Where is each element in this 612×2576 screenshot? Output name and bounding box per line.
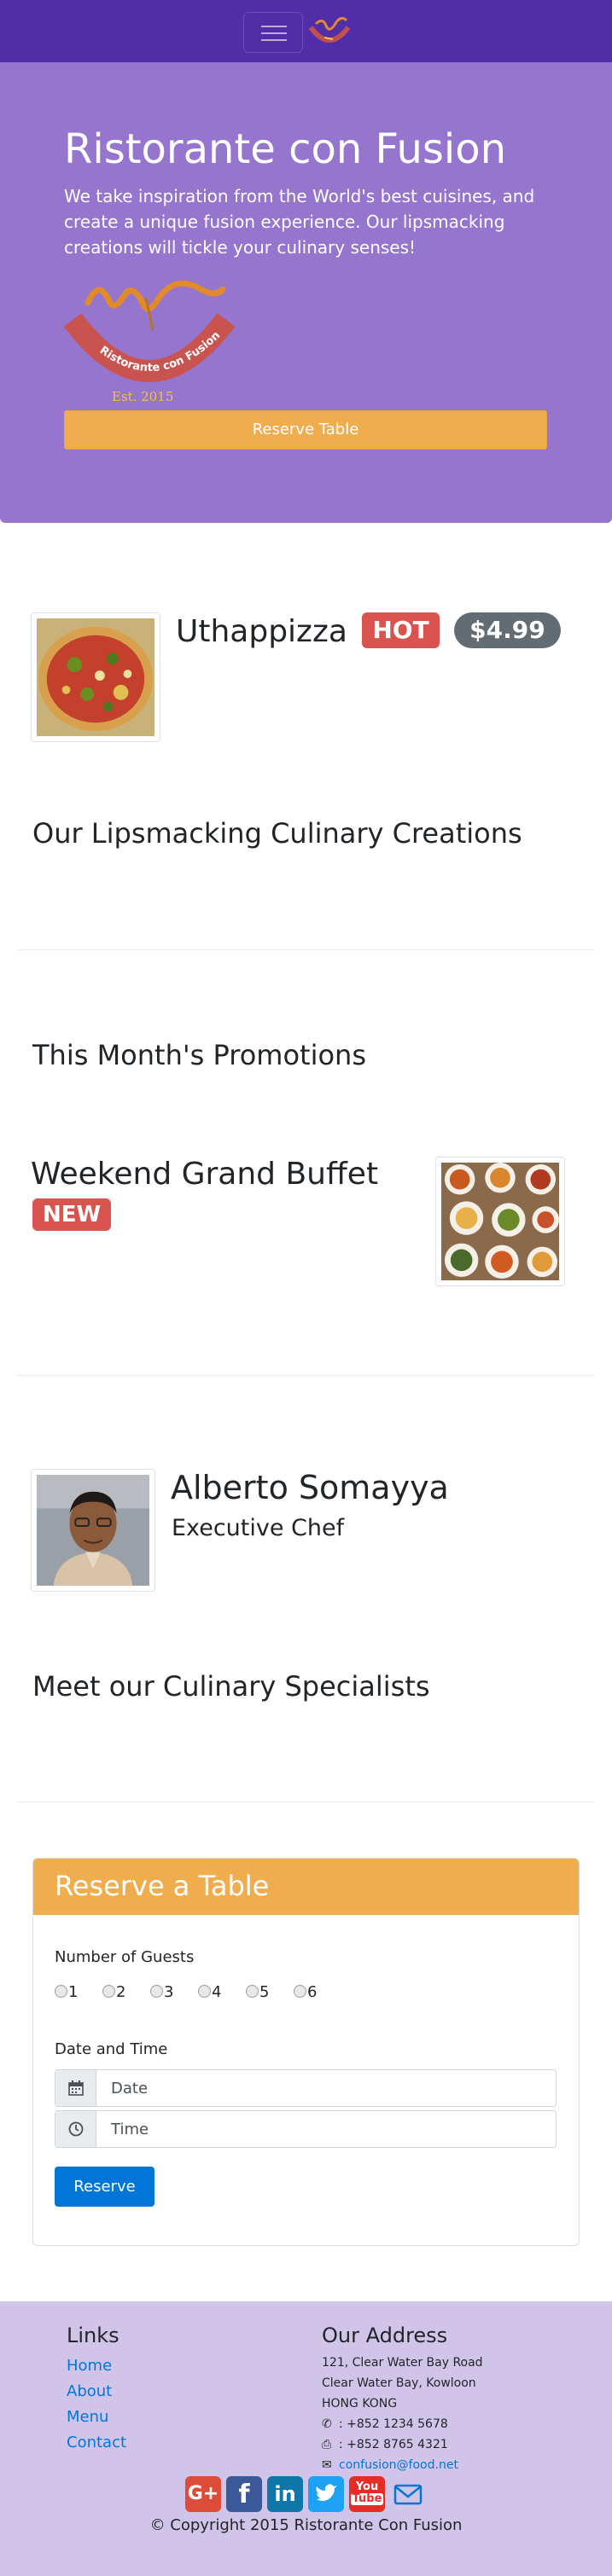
jumbotron-title: Ristorante con Fusion — [64, 125, 507, 173]
guest-radio-5[interactable]: 5 — [246, 1983, 269, 2001]
linkedin-icon[interactable]: in — [267, 2476, 303, 2512]
footer-links-heading: Links — [67, 2324, 119, 2347]
dish-image — [31, 612, 160, 742]
section-heading-promotions: This Month's Promotions — [32, 1039, 366, 1071]
new-badge: NEW — [32, 1198, 112, 1231]
section-heading-dishes: Our Lipsmacking Culinary Creations — [32, 817, 522, 850]
leader-name: Alberto Somayya — [171, 1469, 449, 1506]
twitter-icon[interactable] — [308, 2476, 344, 2512]
navbar — [0, 0, 612, 62]
youtube-icon[interactable]: You Tube — [349, 2476, 385, 2512]
phone-icon: ✆ — [322, 2417, 332, 2431]
pizza-image-icon — [37, 618, 154, 736]
calendar-addon — [55, 2070, 96, 2106]
restaurant-logo: Ristorante con Fusion Est. 2015 — [63, 277, 243, 405]
divider — [17, 1375, 595, 1376]
leader-designation: Executive Chef — [172, 1515, 345, 1541]
chef-portrait-icon — [37, 1475, 149, 1586]
hot-badge: HOT — [362, 612, 440, 648]
navbar-logo-icon[interactable] — [307, 15, 352, 49]
guest-radio-6[interactable]: 6 — [294, 1983, 317, 2001]
logo-est-text: Est. 2015 — [112, 389, 173, 404]
fax-icon: ⎙ — [322, 2438, 332, 2451]
phone-number: : +852 1234 5678 — [339, 2417, 448, 2431]
price-badge: $4.99 — [454, 612, 561, 648]
footer-link-menu[interactable]: Menu — [67, 2408, 108, 2426]
reserve-submit-button[interactable]: Reserve — [55, 2167, 154, 2207]
date-input[interactable] — [97, 2070, 556, 2106]
calendar-icon — [68, 2080, 84, 2096]
time-input[interactable] — [97, 2111, 556, 2147]
buffet-image-icon — [441, 1163, 559, 1280]
leader-image — [31, 1469, 155, 1592]
address-line: 121, Clear Water Bay Road — [322, 2356, 483, 2370]
date-input-group — [55, 2069, 557, 2107]
time-input-group — [55, 2110, 557, 2148]
reserve-card-header: Reserve a Table — [33, 1859, 579, 1915]
footer-address-heading: Our Address — [322, 2324, 448, 2347]
fax-number: : +852 8765 4321 — [339, 2438, 448, 2451]
email-link[interactable]: confusion@food.net — [339, 2458, 458, 2472]
guest-radio-3[interactable]: 3 — [150, 1983, 173, 2001]
promotion-name: Weekend Grand Buffet — [31, 1157, 379, 1192]
address-line: HONG KONG — [322, 2397, 398, 2411]
clock-icon — [68, 2121, 84, 2137]
footer-link-home[interactable]: Home — [67, 2357, 112, 2375]
divider — [17, 1801, 595, 1802]
mail-icon[interactable] — [390, 2476, 426, 2512]
facebook-icon[interactable]: f — [226, 2476, 262, 2512]
footer-link-contact[interactable]: Contact — [67, 2434, 126, 2451]
reserve-card-title: Reserve a Table — [55, 1870, 270, 1902]
guest-radio-4[interactable]: 4 — [198, 1983, 221, 2001]
datetime-label: Date and Time — [55, 2040, 168, 2058]
footer-link-about[interactable]: About — [67, 2382, 112, 2400]
clock-addon — [55, 2111, 96, 2147]
jumbotron-text: We take inspiration from the World's bes… — [64, 186, 535, 258]
reserve-table-button[interactable]: Reserve Table — [64, 410, 547, 450]
hamburger-icon — [261, 26, 287, 27]
divider — [17, 949, 595, 950]
address-line: Clear Water Bay, Kowloon — [322, 2376, 476, 2390]
promotion-image — [435, 1157, 565, 1286]
dish-name: Uthappizza — [176, 614, 347, 649]
guests-label: Number of Guests — [55, 1948, 195, 1966]
copyright-text: © Copyright 2015 Ristorante Con Fusion — [149, 2516, 463, 2534]
google-plus-icon[interactable]: G+ — [185, 2476, 221, 2512]
guest-radio-1[interactable]: 1 — [55, 1983, 78, 2001]
envelope-icon: ✉ — [322, 2458, 332, 2472]
guest-radio-2[interactable]: 2 — [102, 1983, 125, 2001]
navbar-toggler-button[interactable] — [243, 12, 303, 53]
section-heading-leaders: Meet our Culinary Specialists — [32, 1670, 430, 1703]
